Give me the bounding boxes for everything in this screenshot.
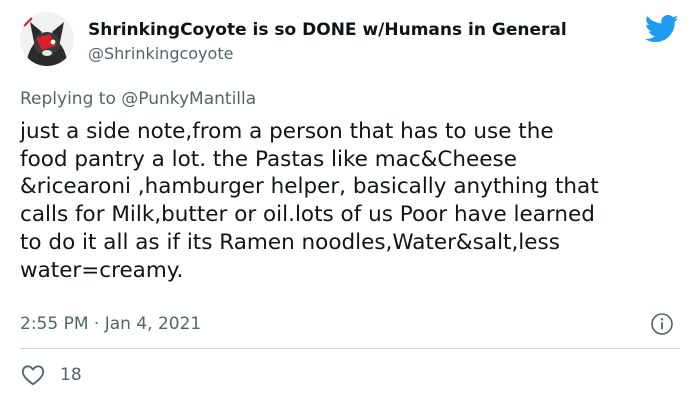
tweet-time-link[interactable]: 2:55 PM [20,314,89,334]
tweet-line: calls for Milk,butter or oil.lots of us … [20,202,595,228]
reply-context: Replying to @PunkyMantilla [20,88,256,110]
tweet-line: to do it all as if its Ramen noodles,Wat… [20,229,560,255]
heart-icon[interactable] [20,362,46,388]
avatar[interactable] [20,12,74,66]
like-button[interactable]: 18 [20,362,82,388]
user-handle[interactable]: @Shrinkingcoyote [88,43,567,65]
display-name[interactable]: ShrinkingCoyote is so DONE w/Humans in G… [88,19,567,41]
reply-to-handle-link[interactable]: @PunkyMantilla [121,89,256,109]
tweet-line: water=creamy. [20,257,184,283]
twitter-bird-icon[interactable] [645,14,679,44]
tweet-date-link[interactable]: Jan 4, 2021 [105,314,202,334]
avatar-image [20,12,74,66]
tweet-line: food pantry a lot. the Pastas like mac&C… [20,146,517,172]
divider [20,348,680,349]
info-icon[interactable] [650,312,674,336]
reply-prefix: Replying to [20,89,122,109]
tweet-text: just a side note,from a person that has … [20,118,680,284]
tweet-line: &ricearoni ,hamburger helper, basically … [20,174,599,200]
tweet-line: just a side note,from a person that has … [20,119,554,144]
meta-separator: · [88,314,105,334]
like-count: 18 [60,365,82,385]
tweet-card: ShrinkingCoyote is so DONE w/Humans in G… [0,0,700,402]
author-block: ShrinkingCoyote is so DONE w/Humans in G… [88,19,567,65]
tweet-timestamp: 2:55 PM · Jan 4, 2021 [20,313,201,335]
